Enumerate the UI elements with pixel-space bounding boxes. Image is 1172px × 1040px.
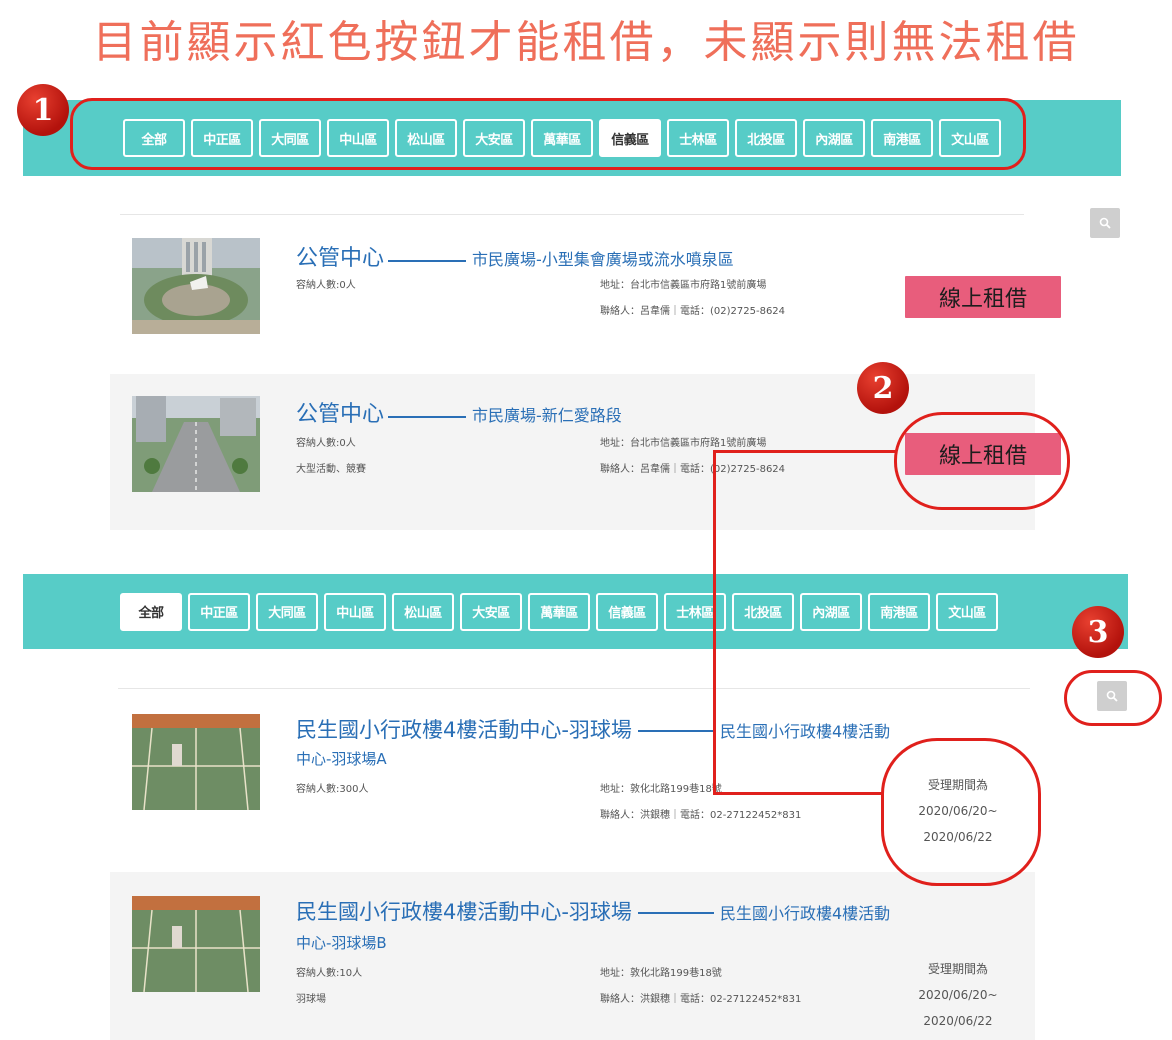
period-start: 2020/06/20~: [918, 988, 998, 1002]
online-rent-button[interactable]: 線上租借: [905, 276, 1061, 318]
annotation-ring-rent: [894, 412, 1070, 510]
venue-title[interactable]: 公管中心 市民廣場-新仁愛路段: [296, 396, 622, 428]
venue-address: 地址：敦化北路199巷18號: [600, 968, 722, 979]
annotation-connector: [713, 450, 716, 794]
venue-title[interactable]: 公管中心 市民廣場-小型集會廣場或流水噴泉區: [296, 240, 734, 272]
application-period: 受理期間為 2020/06/20~ 2020/06/22: [898, 956, 1018, 1034]
venue-name: 民生國小行政樓4樓活動中心-羽球場: [296, 718, 632, 742]
venue-photo: [132, 238, 260, 334]
district-tab[interactable]: 萬華區: [528, 592, 590, 631]
title-separator: [388, 415, 467, 418]
district-tab[interactable]: 士林區: [664, 592, 726, 631]
venue-subtitle: 民生國小行政樓4樓活動: [719, 722, 891, 741]
district-tabs: 全部 中正區 大同區 中山區 松山區 大安區 萬華區 信義區 士林區 北投區 內湖區 南港區 文山區: [120, 592, 998, 631]
venue-contact: 聯絡人：洪銀穗｜電話：02-27122452*831: [600, 810, 802, 821]
venue-contact: 聯絡人：呂韋儒｜電話：(02)2725-8624: [600, 464, 786, 475]
venue-org: 公管中心: [296, 402, 385, 427]
district-tab[interactable]: 松山區: [392, 592, 454, 631]
annotation-ring-search: [1064, 670, 1162, 726]
period-end: 2020/06/22: [923, 1014, 993, 1028]
district-tab[interactable]: 大同區: [256, 592, 318, 631]
venue-card: 公管中心 市民廣場-小型集會廣場或流水噴泉區 容納人數:0人 地址：台北市信義區市…: [110, 216, 1061, 356]
district-tab[interactable]: 內湖區: [800, 592, 862, 631]
search-button[interactable]: [1090, 208, 1120, 238]
list-divider: [118, 688, 1030, 689]
venue-address: 地址：台北市信義區市府路1號前廣場: [600, 280, 767, 291]
district-tabbar-bottom: 全部 中正區 大同區 中山區 松山區 大安區 萬華區 信義區 士林區 北投區 內湖區 南港區 文山區: [23, 574, 1128, 649]
annotation-ring-tabs: [70, 98, 1026, 170]
venue-note: 大型活動、競賽: [296, 464, 366, 475]
venue-subtitle: 民生國小行政樓4樓活動: [719, 904, 891, 923]
annotation-connector: [713, 450, 895, 453]
district-tab[interactable]: 北投區: [732, 592, 794, 631]
annotation-badge: 3: [1072, 606, 1124, 658]
venue-title[interactable]: 民生國小行政樓4樓活動中心-羽球場 民生國小行政樓4樓活動: [296, 714, 890, 744]
venue-title[interactable]: 民生國小行政樓4樓活動中心-羽球場 民生國小行政樓4樓活動: [296, 896, 890, 926]
venue-name: 民生國小行政樓4樓活動中心-羽球場: [296, 900, 632, 924]
annotation-ring-period: [881, 738, 1041, 886]
district-tab[interactable]: 信義區: [596, 592, 658, 631]
venue-address: 地址：敦化北路199巷18號: [600, 784, 722, 795]
annotation-badge: 2: [857, 362, 909, 414]
annotation-badge: 1: [17, 84, 69, 136]
venue-photo: [132, 896, 260, 992]
venue-photo: [132, 396, 260, 492]
district-tab[interactable]: 大安區: [460, 592, 522, 631]
district-tab[interactable]: 南港區: [868, 592, 930, 631]
district-tab[interactable]: 中正區: [188, 592, 250, 631]
venue-capacity: 容納人數:0人: [296, 280, 356, 291]
venue-capacity: 容納人數:300人: [296, 784, 369, 795]
period-label: 受理期間為: [927, 962, 988, 976]
venue-org: 公管中心: [296, 246, 385, 271]
annotation-connector: [713, 792, 883, 795]
venue-subtitle: 市民廣場-新仁愛路段: [472, 406, 622, 425]
search-icon: [1099, 217, 1111, 229]
district-tab[interactable]: 中山區: [324, 592, 386, 631]
venue-contact: 聯絡人：洪銀穗｜電話：02-27122452*831: [600, 994, 802, 1005]
venue-note: 羽球場: [296, 994, 326, 1005]
title-separator: [637, 730, 714, 732]
venue-subtitle-cont: 中心-羽球場B: [296, 934, 387, 952]
venue-subtitle-cont: 中心-羽球場A: [296, 750, 387, 768]
title-separator: [637, 912, 714, 914]
page-headline: 目前顯示紅色按鈕才能租借，未顯示則無法租借: [92, 17, 1080, 68]
district-tab[interactable]: 文山區: [936, 592, 998, 631]
venue-card: 民生國小行政樓4樓活動中心-羽球場 民生國小行政樓4樓活動 中心-羽球場B 容納人…: [110, 872, 1035, 1040]
district-tab[interactable]: 全部: [120, 592, 182, 631]
venue-photo: [132, 714, 260, 810]
venue-capacity: 容納人數:10人: [296, 968, 363, 979]
venue-contact: 聯絡人：呂韋儒｜電話：(02)2725-8624: [600, 306, 786, 317]
title-separator: [388, 259, 467, 262]
venue-subtitle: 市民廣場-小型集會廣場或流水噴泉區: [472, 250, 734, 269]
venue-capacity: 容納人數:0人: [296, 438, 356, 449]
list-divider: [120, 214, 1024, 215]
venue-address: 地址：台北市信義區市府路1號前廣場: [600, 438, 767, 449]
